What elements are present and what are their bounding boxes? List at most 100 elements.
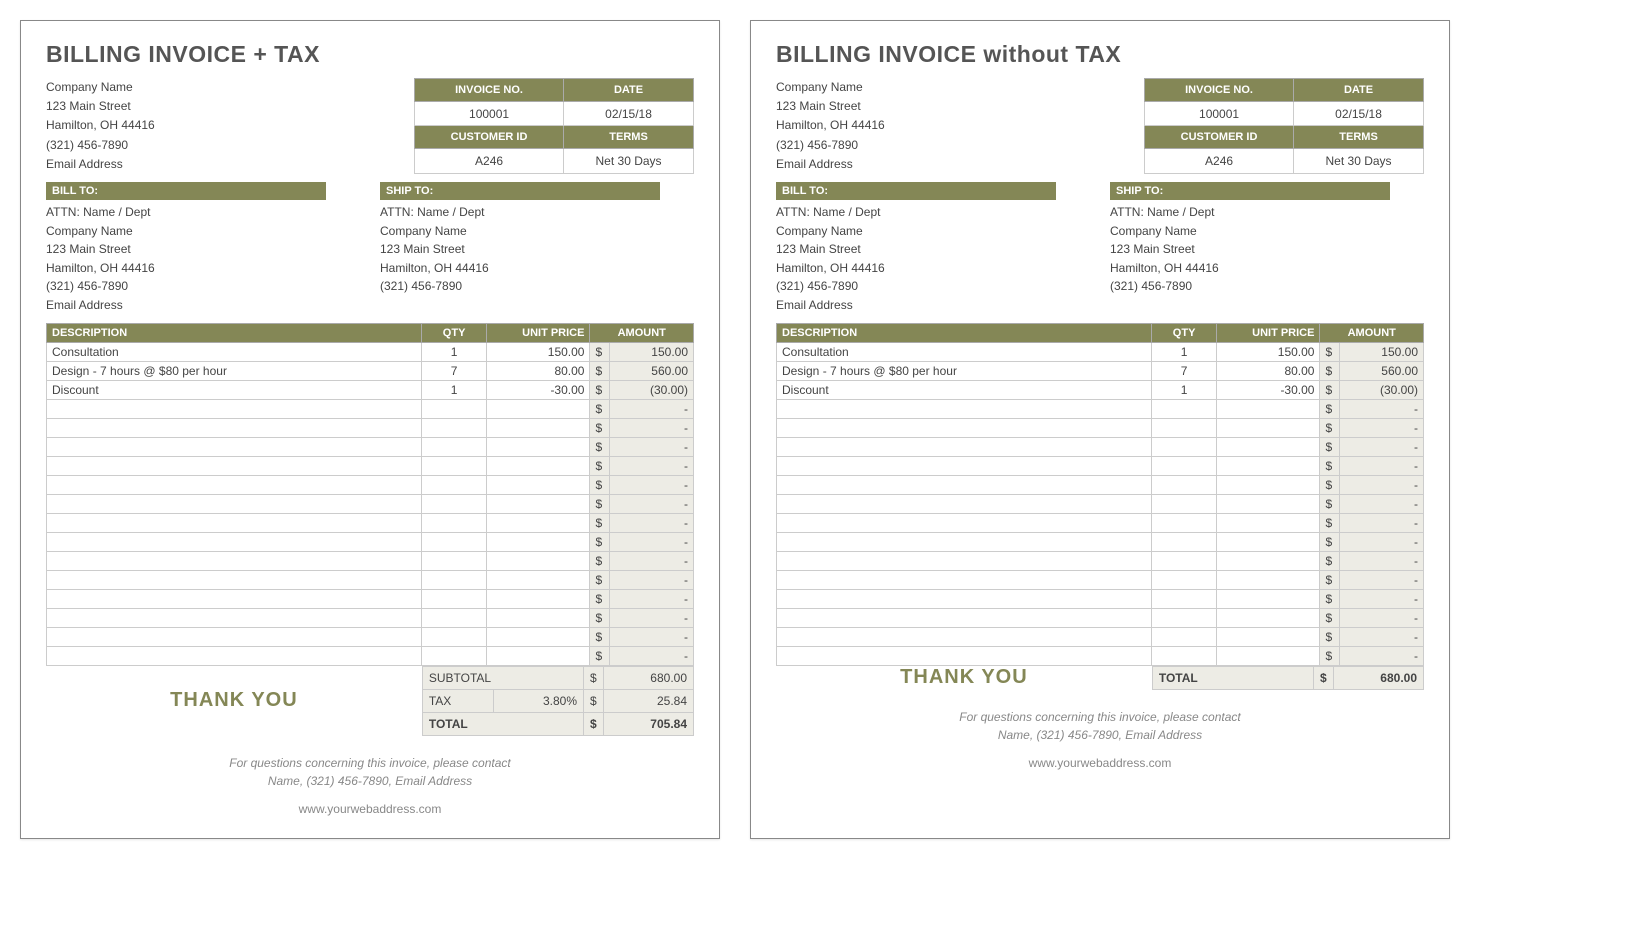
cell-currency: $	[590, 551, 609, 570]
cell-description	[777, 551, 1152, 570]
cell-description	[777, 513, 1152, 532]
addr-line: Hamilton, OH 44416	[1110, 259, 1424, 278]
subtotal-value: 680.00	[604, 666, 694, 689]
cell-amount: -	[1339, 475, 1423, 494]
cell-amount: -	[609, 456, 693, 475]
table-row: $-	[777, 494, 1424, 513]
table-row: Design - 7 hours @ $80 per hour780.00$56…	[777, 361, 1424, 380]
cell-price	[1216, 494, 1320, 513]
cell-price: -30.00	[1216, 380, 1320, 399]
cell-currency: $	[590, 589, 609, 608]
cell-currency: $	[590, 570, 609, 589]
table-row: $-	[777, 513, 1424, 532]
table-row: $-	[777, 399, 1424, 418]
page-title: BILLING INVOICE + TAX	[46, 41, 694, 68]
cell-description	[777, 627, 1152, 646]
cell-amount: -	[1339, 532, 1423, 551]
cell-amount: -	[609, 475, 693, 494]
meta-value: A246	[415, 149, 564, 174]
footer-line: For questions concerning this invoice, p…	[776, 708, 1424, 726]
col-description: DESCRIPTION	[777, 323, 1152, 342]
items-table: DESCRIPTION QTY UNIT PRICE AMOUNT Consul…	[776, 323, 1424, 666]
page-title: BILLING INVOICE without TAX	[776, 41, 1424, 68]
cell-qty	[1152, 437, 1217, 456]
col-description: DESCRIPTION	[47, 323, 422, 342]
footer-web: www.yourwebaddress.com	[46, 800, 694, 818]
cell-currency: $	[1320, 513, 1339, 532]
addr-line: (321) 456-7890	[1110, 277, 1424, 296]
cell-description: Discount	[47, 380, 422, 399]
cell-currency: $	[1320, 380, 1339, 399]
cell-currency: $	[1320, 646, 1339, 665]
cell-currency: $	[590, 513, 609, 532]
cell-qty	[422, 627, 487, 646]
cell-currency: $	[1320, 437, 1339, 456]
col-amount: AMOUNT	[1320, 323, 1424, 342]
cell-amount: -	[609, 532, 693, 551]
cell-description	[777, 418, 1152, 437]
cell-amount: (30.00)	[1339, 380, 1423, 399]
cell-qty	[1152, 570, 1217, 589]
cell-amount: 560.00	[609, 361, 693, 380]
cell-price: 150.00	[1216, 342, 1320, 361]
addr-line: Email Address	[46, 296, 360, 315]
cell-amount: -	[1339, 494, 1423, 513]
cell-description	[777, 532, 1152, 551]
currency-symbol: $	[1314, 666, 1334, 689]
table-row: $-	[47, 532, 694, 551]
tax-rate: 3.80%	[494, 689, 584, 712]
cell-description	[777, 646, 1152, 665]
cell-description: Design - 7 hours @ $80 per hour	[777, 361, 1152, 380]
addr-line: Company Name	[380, 222, 694, 241]
table-row: $-	[47, 551, 694, 570]
table-row: $-	[47, 475, 694, 494]
cell-amount: -	[1339, 551, 1423, 570]
table-row: $-	[777, 589, 1424, 608]
table-row: $-	[47, 570, 694, 589]
table-row: $-	[47, 399, 694, 418]
addr-line: Hamilton, OH 44416	[46, 259, 360, 278]
cell-description	[47, 551, 422, 570]
billto-block: ATTN: Name / Dept Company Name 123 Main …	[776, 203, 1090, 315]
cell-price	[486, 456, 590, 475]
cell-qty	[1152, 646, 1217, 665]
cell-price	[486, 570, 590, 589]
meta-header: CUSTOMER ID	[1145, 126, 1294, 149]
footer: For questions concerning this invoice, p…	[46, 754, 694, 818]
cell-price	[486, 608, 590, 627]
table-row: Discount1-30.00$(30.00)	[47, 380, 694, 399]
cell-description	[47, 646, 422, 665]
cell-amount: -	[1339, 589, 1423, 608]
items-table: DESCRIPTION QTY UNIT PRICE AMOUNT Consul…	[46, 323, 694, 666]
cell-currency: $	[590, 418, 609, 437]
addr-line: Hamilton, OH 44416	[380, 259, 694, 278]
cell-price	[486, 494, 590, 513]
cell-price	[486, 437, 590, 456]
addr-line: ATTN: Name / Dept	[1110, 203, 1424, 222]
addr-line: 123 Main Street	[1110, 240, 1424, 259]
footer-line: Name, (321) 456-7890, Email Address	[776, 726, 1424, 744]
cell-description: Design - 7 hours @ $80 per hour	[47, 361, 422, 380]
meta-value: Net 30 Days	[1294, 149, 1424, 174]
cell-qty: 7	[1152, 361, 1217, 380]
cell-qty	[422, 437, 487, 456]
cell-description	[47, 456, 422, 475]
table-row: $-	[47, 513, 694, 532]
addr-line: ATTN: Name / Dept	[46, 203, 360, 222]
cell-currency: $	[590, 399, 609, 418]
footer-line: Name, (321) 456-7890, Email Address	[46, 772, 694, 790]
cell-amount: -	[609, 513, 693, 532]
cell-amount: -	[609, 589, 693, 608]
cell-amount: -	[1339, 399, 1423, 418]
cell-qty: 1	[1152, 342, 1217, 361]
cell-qty	[1152, 475, 1217, 494]
total-value: 705.84	[604, 712, 694, 735]
cell-amount: -	[1339, 513, 1423, 532]
cell-price	[486, 589, 590, 608]
cell-currency: $	[1320, 532, 1339, 551]
cell-price	[1216, 418, 1320, 437]
total-value: 680.00	[1334, 666, 1424, 689]
cell-amount: -	[609, 418, 693, 437]
cell-qty	[422, 608, 487, 627]
cell-qty	[1152, 456, 1217, 475]
